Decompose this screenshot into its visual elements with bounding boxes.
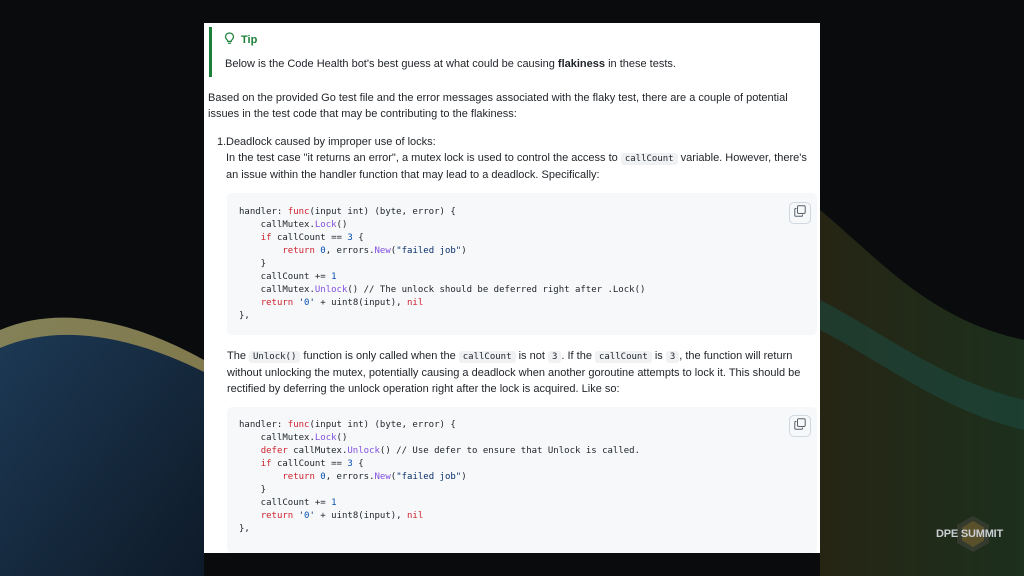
list-item-number: 1. — [217, 136, 227, 148]
code-content: handler: func(input int) (byte, error) {… — [239, 207, 646, 321]
inline-code: callCount — [620, 153, 678, 165]
list-item-description: In the test case "it returns an error", … — [226, 152, 807, 181]
tip-header: Tip — [224, 32, 257, 48]
code-content: handler: func(input int) (byte, error) {… — [239, 420, 641, 534]
inline-code: Unlock() — [249, 351, 301, 363]
explanation-paragraph: The Unlock() function is only called whe… — [227, 350, 801, 395]
copy-icon — [794, 204, 806, 222]
tip-callout: Tip Below is the Code Health bot's best … — [209, 27, 812, 77]
tip-text: Below is the Code Health bot's best gues… — [225, 58, 676, 70]
copy-icon — [794, 417, 806, 435]
lightbulb-icon — [224, 32, 235, 48]
list-item-title: Deadlock caused by improper use of locks… — [226, 136, 436, 148]
code-block-fixed: handler: func(input int) (byte, error) {… — [227, 407, 817, 553]
inline-code: callCount — [458, 351, 516, 363]
copy-button[interactable] — [789, 415, 811, 437]
brand-name: DPE SUMMIT — [936, 528, 1004, 540]
inline-code: callCount — [595, 351, 652, 363]
code-health-panel: Tip Below is the Code Health bot's best … — [204, 23, 820, 553]
inline-code: 3 — [665, 351, 680, 363]
tip-label: Tip — [241, 34, 258, 46]
code-block-original: handler: func(input int) (byte, error) {… — [227, 193, 817, 335]
intro-paragraph: Based on the provided Go test file and t… — [208, 92, 788, 120]
inline-code: 3 — [547, 351, 562, 363]
copy-button[interactable] — [789, 202, 811, 224]
